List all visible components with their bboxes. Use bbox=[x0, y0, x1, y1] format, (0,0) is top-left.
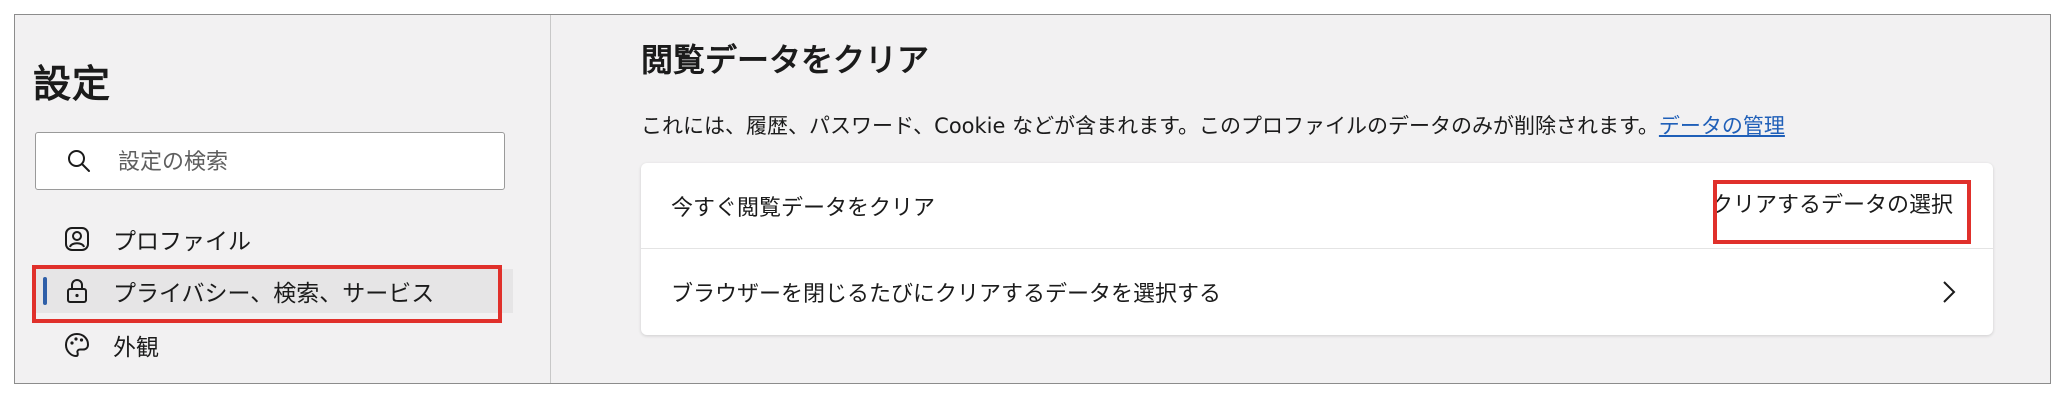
description-text: これには、履歴、パスワード、Cookie などが含まれます。このプロファイルのデ… bbox=[641, 114, 1659, 138]
sidebar: 設定 プロファイル プライバシー、検索、サービス bbox=[15, 15, 551, 383]
sidebar-item-profile[interactable]: プロファイル bbox=[35, 217, 513, 261]
sidebar-item-privacy[interactable]: プライバシー、検索、サービス bbox=[35, 269, 513, 313]
chevron-right-icon bbox=[1943, 281, 1956, 303]
clear-data-card: 今すぐ閲覧データをクリア クリアするデータの選択 ブラウザーを閉じるたびにクリア… bbox=[641, 163, 1993, 335]
sidebar-item-label: 外観 bbox=[113, 335, 159, 361]
clear-on-close-label: ブラウザーを閉じるたびにクリアするデータを選択する bbox=[671, 282, 1222, 307]
clear-now-row: 今すぐ閲覧データをクリア クリアするデータの選択 bbox=[641, 163, 1993, 249]
sidebar-item-label: プロファイル bbox=[113, 229, 251, 255]
lock-icon bbox=[67, 279, 87, 303]
palette-icon bbox=[64, 332, 90, 358]
search-icon bbox=[68, 150, 90, 172]
settings-window: 設定 プロファイル プライバシー、検索、サービス bbox=[14, 14, 2051, 384]
page-title: 閲覧データをクリア bbox=[641, 41, 930, 79]
choose-data-to-clear-button[interactable]: クリアするデータの選択 bbox=[1711, 187, 1953, 219]
clear-on-close-row[interactable]: ブラウザーを閉じるたびにクリアするデータを選択する bbox=[641, 249, 1993, 335]
sidebar-item-appearance[interactable]: 外観 bbox=[35, 323, 513, 367]
search-input[interactable] bbox=[116, 141, 490, 183]
selected-indicator bbox=[43, 277, 47, 305]
search-box[interactable] bbox=[35, 132, 505, 190]
profile-icon bbox=[65, 227, 89, 251]
section-description: これには、履歴、パスワード、Cookie などが含まれます。このプロファイルのデ… bbox=[641, 110, 1785, 140]
clear-now-label: 今すぐ閲覧データをクリア bbox=[671, 195, 936, 221]
sidebar-title: 設定 bbox=[33, 62, 112, 106]
sidebar-item-label: プライバシー、検索、サービス bbox=[113, 281, 435, 307]
manage-data-link[interactable]: データの管理 bbox=[1659, 114, 1785, 138]
